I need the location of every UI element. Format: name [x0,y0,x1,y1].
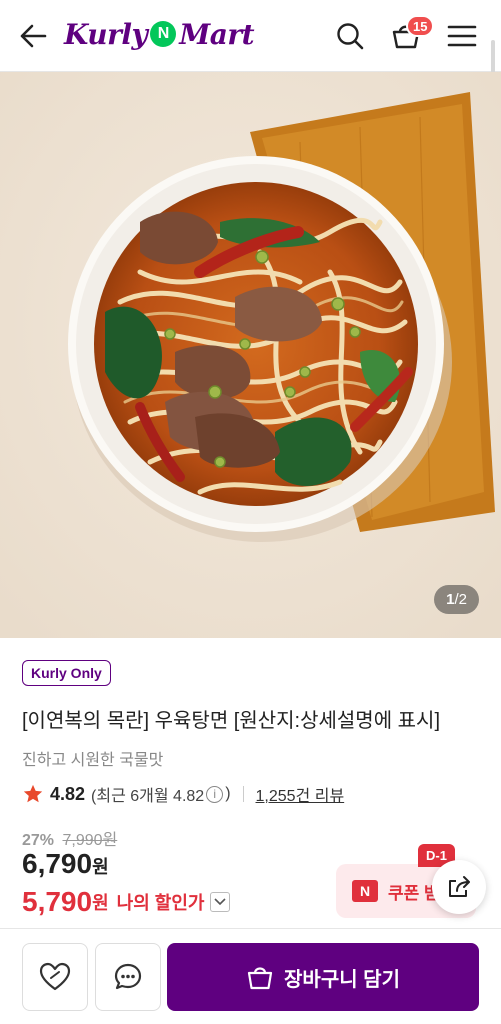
search-icon[interactable] [334,20,366,52]
my-discount-price: 5,790 [22,886,93,917]
divider [242,786,244,802]
recent-rating-text: (최근 6개월 4.82 [91,788,205,805]
share-button[interactable] [432,860,486,914]
review-count-link[interactable]: 1,255건 리뷰 [256,782,345,806]
bottom-action-bar: 장바구니 담기 [0,928,501,1024]
rating-score: 4.82 [50,783,86,804]
image-page-indicator: 1/2 [434,585,479,614]
discount-percent: 27% [22,832,55,849]
wishlist-button[interactable] [22,943,88,1011]
star-icon [23,784,43,803]
beef-noodle-soup-image [0,72,501,638]
shopping-bag-icon [247,967,273,990]
kurly-n-mart-logo[interactable]: Kurly N Mart [64,14,255,54]
chevron-down-icon [214,898,227,906]
my-price-unit: 원 [92,893,109,913]
sale-price: 6,790 [22,848,93,879]
info-icon[interactable]: i [206,785,224,803]
logo-mart-text: Mart [179,17,255,51]
product-info-section: Kurly Only [이연복의 목란] 우육탕면 [원산지:상세설명에 표시]… [0,638,501,928]
logo-kurly-text: Kurly [64,17,148,51]
product-subtitle: 진하고 시원한 국물맛 [22,752,164,769]
naver-n-icon: N [352,880,378,902]
rating-row: 4.82 (최근 6개월 4.82 i ) 1,255건 리뷰 [22,782,344,806]
price-row: 6,790원 [22,848,109,880]
back-arrow-icon[interactable] [18,22,48,50]
my-price-label: 나의 할인가 [116,893,205,913]
my-price-row: 5,790 원 나의 할인가 [22,886,231,918]
chat-bubble-icon [114,963,142,990]
page-total: 2 [458,591,467,608]
discount-row: 27% 7,990원 [22,826,117,850]
logo-n-badge: N [150,21,177,47]
add-to-cart-button[interactable]: 장바구니 담기 [167,943,479,1011]
heart-icon [39,962,71,991]
top-header: Kurly N Mart 15 [0,0,501,155]
add-to-cart-label: 장바구니 담기 [284,968,400,991]
hamburger-menu-icon[interactable] [446,20,478,52]
kurly-only-tag: Kurly Only [22,660,111,686]
inquiry-button[interactable] [95,943,161,1011]
product-title: [이연복의 목란] 우육탕면 [원산지:상세설명에 표시] [22,710,441,732]
recent-rating-close: ) [225,785,231,802]
product-image-carousel[interactable]: 1/2 [0,72,501,638]
expand-price-button[interactable] [210,892,231,912]
sale-price-unit: 원 [92,857,109,877]
cart-count-badge: 15 [406,15,435,37]
share-icon [449,876,470,897]
original-price: 7,990원 [62,832,118,849]
